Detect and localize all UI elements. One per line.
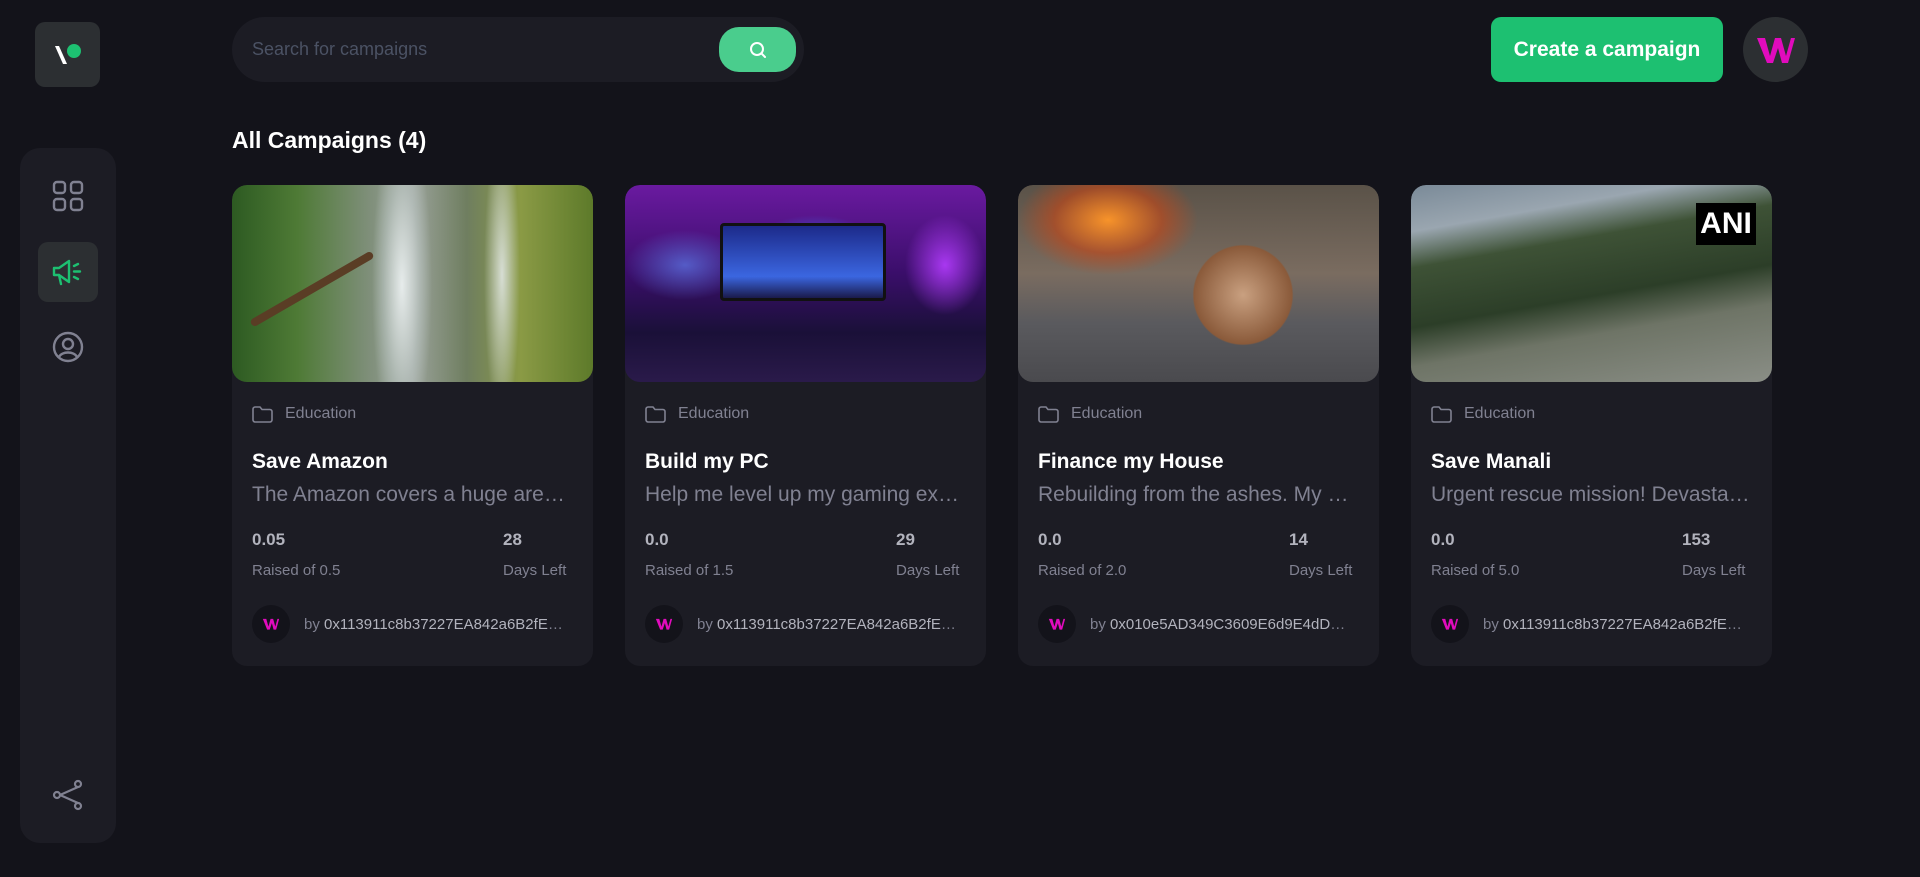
owner-avatar: [1038, 605, 1076, 643]
raised-label: Raised of 1.5: [645, 562, 734, 579]
campaign-image: ANI: [1411, 185, 1772, 382]
campaign-image: [1018, 185, 1379, 382]
campaign-description: Rebuilding from the ashes. My house: [1038, 483, 1359, 506]
folder-icon: [252, 405, 273, 423]
megaphone-icon: [52, 259, 82, 286]
owner-by-label: by: [304, 615, 320, 633]
category-label: Education: [1464, 405, 1536, 422]
category-label: Education: [1071, 405, 1143, 422]
campaign-title: Save Manali: [1431, 450, 1552, 473]
search-bar: [232, 17, 804, 82]
sidebar-item-dashboard[interactable]: [38, 166, 98, 226]
campaign-description: Help me level up my gaming experience: [645, 483, 966, 506]
owner-address: 0x010e5AD349C3609E6d9E4dDDE...: [1110, 615, 1356, 633]
category-label: Education: [285, 405, 357, 422]
sidebar-item-campaign[interactable]: [38, 242, 98, 302]
raised-label: Raised of 0.5: [252, 562, 341, 579]
search-button[interactable]: [719, 27, 796, 72]
owner-text: by 0x010e5AD349C3609E6d9E4dDDE...: [1090, 616, 1356, 633]
campaign-card-finance-my-house[interactable]: Education Finance my House Rebuilding fr…: [1018, 185, 1379, 666]
share-icon: [52, 779, 83, 811]
sidebar: [20, 148, 116, 843]
raised-amount: 0.0: [645, 530, 669, 549]
raised-amount: 0.0: [1038, 530, 1062, 549]
owner-by-label: by: [697, 615, 713, 633]
campaign-description: Urgent rescue mission! Devastation in Ma…: [1431, 483, 1752, 506]
create-campaign-button[interactable]: Create a campaign: [1491, 17, 1723, 82]
owner-by-label: by: [1090, 615, 1106, 633]
campaign-card-build-my-pc[interactable]: Education Build my PC Help me level up m…: [625, 185, 986, 666]
raised-amount: 0.05: [252, 530, 286, 549]
sidebar-item-share[interactable]: [38, 765, 98, 825]
campaign-description: The Amazon covers a huge area of the ear…: [252, 483, 573, 506]
days-left-label: Days Left: [1289, 562, 1353, 579]
days-left-label: Days Left: [896, 562, 960, 579]
campaign-card-save-manali[interactable]: ANI Education Save Manali Urgent rescue …: [1411, 185, 1772, 666]
sidebar-item-profile[interactable]: [38, 317, 98, 377]
search-icon: [749, 41, 766, 58]
page-title: All Campaigns (4): [232, 127, 427, 153]
owner-avatar: [645, 605, 683, 643]
owner-text: by 0x113911c8b37227EA842a6B2fEFA...: [1483, 616, 1749, 633]
profile-icon: [52, 331, 84, 363]
owner-text: by 0x113911c8b37227EA842a6B2fEFA...: [697, 616, 963, 633]
brand-w-icon: [262, 618, 280, 630]
image-watermark: ANI: [1696, 203, 1756, 245]
folder-icon: [645, 405, 666, 423]
owner-by-label: by: [1483, 615, 1499, 633]
brand-w-icon: [1048, 618, 1066, 630]
raised-label: Raised of 5.0: [1431, 562, 1520, 579]
owner-avatar: [1431, 605, 1469, 643]
days-left-value: 14: [1289, 530, 1308, 549]
raised-amount: 0.0: [1431, 530, 1455, 549]
raised-label: Raised of 2.0: [1038, 562, 1127, 579]
campaign-title: Save Amazon: [252, 450, 388, 473]
owner-text: by 0x113911c8b37227EA842a6B2fEFA...: [304, 616, 570, 633]
campaign-title: Build my PC: [645, 450, 769, 473]
avatar[interactable]: [1743, 17, 1808, 82]
logo[interactable]: [35, 22, 100, 87]
days-left-value: 28: [503, 530, 522, 549]
brand-v-icon: [54, 43, 81, 64]
brand-w-icon: [1756, 37, 1795, 63]
owner-address: 0x113911c8b37227EA842a6B2fEFA...: [717, 615, 963, 633]
brand-w-icon: [1441, 618, 1459, 630]
campaign-image: [625, 185, 986, 382]
campaign-image: [232, 185, 593, 382]
app-root: Create a campaign All Campaigns (4) Educ…: [0, 0, 1920, 877]
campaign-card-save-amazon[interactable]: Education Save Amazon The Amazon covers …: [232, 185, 593, 666]
brand-w-icon: [655, 618, 673, 630]
category-label: Education: [678, 405, 750, 422]
campaign-title: Finance my House: [1038, 450, 1224, 473]
days-left-value: 29: [896, 530, 915, 549]
days-left-value: 153: [1682, 530, 1711, 549]
owner-address: 0x113911c8b37227EA842a6B2fEFA...: [1503, 615, 1749, 633]
dashboard-grid-icon: [52, 180, 84, 212]
campaign-list: Education Save Amazon The Amazon covers …: [232, 185, 1772, 666]
folder-icon: [1431, 405, 1452, 423]
days-left-label: Days Left: [1682, 562, 1746, 579]
folder-icon: [1038, 405, 1059, 423]
owner-avatar: [252, 605, 290, 643]
search-input[interactable]: [252, 39, 719, 60]
owner-address: 0x113911c8b37227EA842a6B2fEFA...: [324, 615, 570, 633]
days-left-label: Days Left: [503, 562, 567, 579]
